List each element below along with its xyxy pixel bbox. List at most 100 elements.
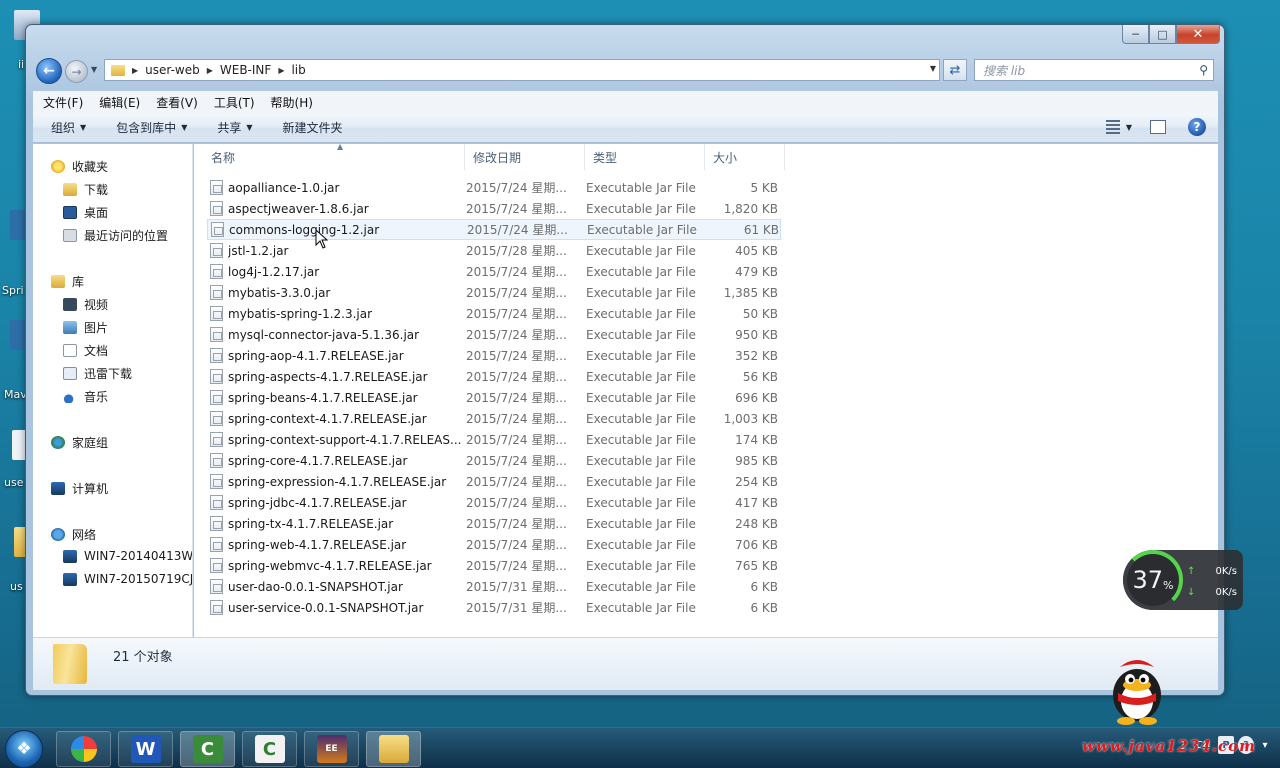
column-date[interactable]: 修改日期 [465,144,585,170]
column-name[interactable]: 名称 ▲ [203,142,465,170]
file-name: spring-aspects-4.1.7.RELEASE.jar [228,369,428,384]
search-icon[interactable]: ⚲ [1199,63,1208,77]
nav-network-pc-1[interactable]: WIN7-20140413W [63,549,192,563]
menu-edit[interactable]: 编辑(E) [99,94,140,111]
file-row[interactable]: spring-aop-4.1.7.RELEASE.jar 2015/7/24 星期… [207,345,781,366]
preview-pane-icon[interactable] [1150,120,1166,134]
file-row[interactable]: spring-beans-4.1.7.RELEASE.jar 2015/7/24 … [207,387,781,408]
nav-favorites[interactable]: 收藏夹 [51,158,108,175]
taskbar-camtasia-studio[interactable]: C [242,731,297,767]
nav-documents-label: 文档 [84,344,109,358]
qq-penguin-icon[interactable] [1106,655,1168,725]
new-folder-button[interactable]: 新建文件夹 [283,119,343,136]
taskbar-pinwheel-app[interactable] [56,731,111,767]
chevron-right-icon[interactable]: ▶ [278,66,284,75]
file-row[interactable]: spring-core-4.1.7.RELEASE.jar 2015/7/24 星… [207,450,781,471]
menu-file[interactable]: 文件(F) [43,94,83,111]
menu-tools[interactable]: 工具(T) [214,94,255,111]
file-row[interactable]: spring-context-support-4.1.7.RELEAS... 20… [207,429,781,450]
minimize-button[interactable]: ─ [1122,25,1149,44]
nav-documents[interactable]: 文档 [63,342,108,359]
file-type: Executable Jar File [586,327,696,342]
file-row[interactable]: user-service-0.0.1-SNAPSHOT.jar 2015/7/31… [207,597,781,618]
back-button[interactable]: ← [36,58,62,84]
share-button[interactable]: 共享 ▼ [217,119,252,136]
column-type[interactable]: 类型 [585,144,705,170]
chevron-down-icon[interactable]: ▼ [930,64,936,73]
file-row[interactable]: spring-jdbc-4.1.7.RELEASE.jar 2015/7/24 星… [207,492,781,513]
nav-videos[interactable]: 视频 [63,296,108,313]
file-row[interactable]: mysql-connector-java-5.1.36.jar 2015/7/24… [207,324,781,345]
file-row[interactable]: spring-expression-4.1.7.RELEASE.jar 2015/… [207,471,781,492]
file-row[interactable]: spring-tx-4.1.7.RELEASE.jar 2015/7/24 星期.… [207,513,781,534]
breadcrumb-lib[interactable]: lib [291,63,305,77]
nav-libraries[interactable]: 库 [51,273,84,290]
file-row[interactable]: aspectjweaver-1.8.6.jar 2015/7/24 星期... Ex… [207,198,781,219]
chevron-right-icon[interactable]: ▶ [207,66,213,75]
nav-network[interactable]: 网络 [51,526,96,543]
start-button[interactable]: ❖ [5,730,43,768]
nav-pictures-label: 图片 [84,321,109,335]
download-speed: ↓ 0K/s [1187,587,1237,598]
include-library-button[interactable]: 包含到库中 ▼ [116,119,187,136]
details-view-icon[interactable] [1105,120,1120,134]
nav-music[interactable]: 音乐 [63,388,108,405]
nav-downloads[interactable]: 下载 [63,181,108,198]
file-row[interactable]: user-dao-0.0.1-SNAPSHOT.jar 2015/7/31 星期.… [207,576,781,597]
breadcrumb-web-inf[interactable]: WEB-INF [220,63,271,77]
address-bar[interactable]: ▶ user-web ▶ WEB-INF ▶ lib ▼ [104,59,940,81]
menu-help[interactable]: 帮助(H) [271,94,313,111]
nav-homegroup[interactable]: 家庭组 [51,434,108,451]
refresh-button[interactable]: ⇄ [943,59,967,81]
nav-pictures[interactable]: 图片 [63,319,108,336]
forward-button[interactable]: → [65,60,88,83]
file-row[interactable]: spring-web-4.1.7.RELEASE.jar 2015/7/24 星期… [207,534,781,555]
jar-file-icon [210,306,223,321]
maximize-button[interactable]: □ [1149,25,1176,44]
file-name: aspectjweaver-1.8.6.jar [228,201,369,216]
file-row[interactable]: log4j-1.2.17.jar 2015/7/24 星期... Executabl… [207,261,781,282]
speed-widget[interactable]: 37% ↑ 0K/s ↓ 0K/s [1123,550,1243,610]
help-icon[interactable]: ? [1188,118,1206,136]
file-type: Executable Jar File [586,495,696,510]
taskbar-word[interactable]: W [118,731,173,767]
upload-speed-value: 0K/s [1215,566,1238,577]
file-row[interactable]: aopalliance-1.0.jar 2015/7/24 星期... Execut… [207,177,781,198]
nav-computer[interactable]: 计算机 [51,480,108,497]
computer-icon [51,482,65,495]
chevron-down-icon[interactable]: ▼ [1126,123,1132,132]
chevron-right-icon[interactable]: ▶ [132,66,138,75]
taskbar-java-ee-ide[interactable]: EE [304,731,359,767]
windows-logo-icon: ❖ [16,739,32,759]
nav-thunder[interactable]: 迅雷下载 [63,365,132,382]
file-date: 2015/7/24 星期... [466,286,567,300]
file-size: 417 KB [735,495,778,510]
menu-view[interactable]: 查看(V) [156,94,198,111]
taskbar-explorer[interactable] [366,731,421,767]
recent-pages-dropdown[interactable]: ▼ [91,65,97,74]
taskbar-camtasia-recorder[interactable]: C [180,731,235,767]
column-size[interactable]: 大小 [705,144,785,170]
nav-network-pc-2[interactable]: WIN7-20150719CJ [63,572,192,586]
file-row[interactable]: mybatis-spring-1.2.3.jar 2015/7/24 星期... E… [207,303,781,324]
file-row[interactable]: mybatis-3.3.0.jar 2015/7/24 星期... Executab… [207,282,781,303]
file-row[interactable]: jstl-1.2.jar 2015/7/28 星期... Executable Ja… [207,240,781,261]
file-row[interactable]: commons-logging-1.2.jar 2015/7/24 星期... Ex… [207,219,781,240]
file-type: Executable Jar File [586,243,696,258]
file-row[interactable]: spring-webmvc-4.1.7.RELEASE.jar 2015/7/24… [207,555,781,576]
organize-button[interactable]: 组织 ▼ [51,119,86,136]
nav-desktop[interactable]: 桌面 [63,204,108,221]
search-input[interactable]: 搜索 lib ⚲ [974,59,1214,81]
file-row[interactable]: spring-aspects-4.1.7.RELEASE.jar 2015/7/2… [207,366,781,387]
file-row[interactable]: spring-context-4.1.7.RELEASE.jar 2015/7/2… [207,408,781,429]
file-date: 2015/7/24 星期... [466,391,567,405]
close-button[interactable]: ✕ [1176,25,1220,44]
nav-recent[interactable]: 最近访问的位置 [63,227,168,244]
download-speed-value: 0K/s [1215,587,1238,598]
tray-expand-icon[interactable]: ▾ [1258,736,1272,754]
file-name: spring-context-4.1.7.RELEASE.jar [228,411,427,426]
breadcrumb-user-web[interactable]: user-web [145,63,200,77]
nav-recent-label: 最近访问的位置 [84,229,169,243]
star-icon [51,160,65,173]
file-name: spring-jdbc-4.1.7.RELEASE.jar [228,495,407,510]
